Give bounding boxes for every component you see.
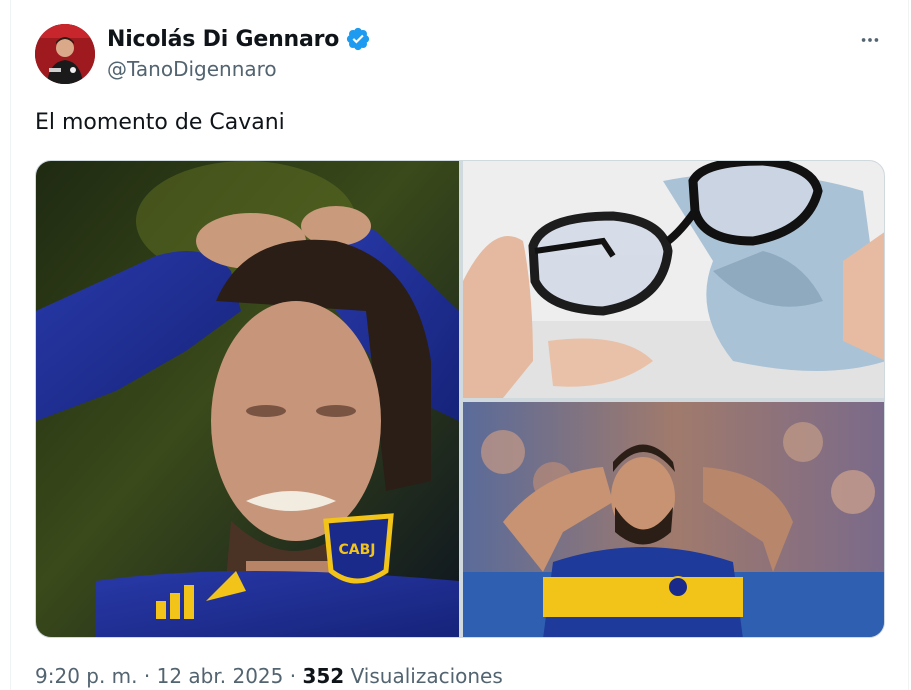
tweet-card[interactable]: Nicolás Di Gennaro @TanoDigennaro El mom… — [10, 0, 909, 690]
footer-separator: · — [143, 664, 151, 688]
author-avatar[interactable] — [35, 24, 95, 84]
photo-glasses-cleaning[interactable] — [463, 161, 884, 398]
more-horizontal-icon — [861, 38, 879, 42]
tweet-time[interactable]: 9:20 p. m. — [35, 664, 138, 688]
tweet-footer: 9:20 p. m. · 12 abr. 2025 · 352 Visualiz… — [35, 664, 503, 688]
verified-badge-icon[interactable] — [345, 26, 371, 52]
avatar-image — [35, 24, 95, 84]
views-label: Visualizaciones — [350, 664, 503, 688]
photo-player-hands-on-head[interactable]: CABJ — [36, 161, 459, 637]
media-grid: CABJ — [35, 160, 885, 638]
author-display-name[interactable]: Nicolás Di Gennaro — [107, 27, 339, 52]
photo-bearded-player[interactable] — [463, 402, 884, 637]
footer-separator: · — [289, 664, 297, 688]
author-handle[interactable]: @TanoDigennaro — [107, 57, 277, 81]
views-count: 352 — [302, 664, 345, 688]
tweet-text: El momento de Cavani — [35, 110, 285, 135]
more-options-button[interactable] — [858, 28, 882, 52]
tweet-date[interactable]: 12 abr. 2025 — [157, 664, 284, 688]
svg-text:CABJ: CABJ — [339, 542, 376, 558]
